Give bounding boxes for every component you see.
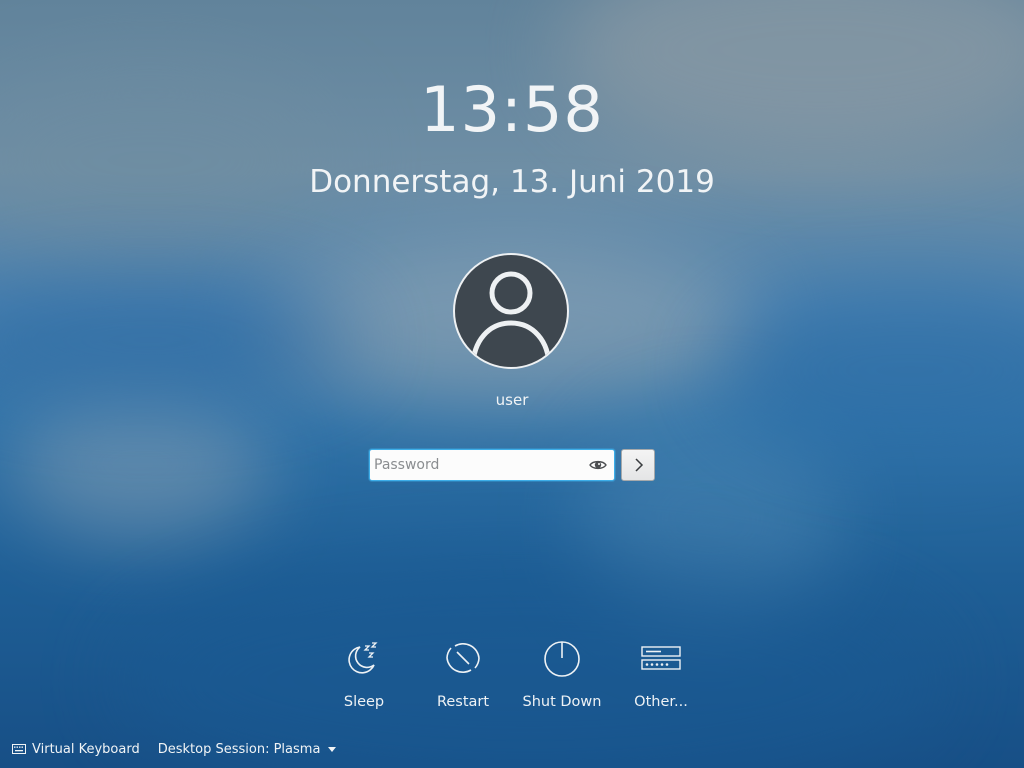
shutdown-button[interactable]: Shut Down xyxy=(512,636,612,716)
desktop-session-selector[interactable]: Desktop Session: Plasma xyxy=(158,742,337,757)
password-input[interactable] xyxy=(374,450,579,480)
shutdown-label: Shut Down xyxy=(522,694,602,710)
lock-screen: 13:58 Donnerstag, 13. Juni 2019 user Sle… xyxy=(0,0,1024,768)
restart-button[interactable]: Restart xyxy=(413,636,513,716)
virtual-keyboard-label: Virtual Keyboard xyxy=(32,741,140,757)
login-submit-button[interactable] xyxy=(621,449,655,481)
desktop-session-label: Desktop Session: Plasma xyxy=(157,741,321,757)
eye-icon[interactable] xyxy=(588,456,608,474)
other-label: Other... xyxy=(634,694,688,710)
sleep-button[interactable]: Sleep xyxy=(314,636,414,716)
server-icon xyxy=(641,646,681,670)
user-name: user xyxy=(495,391,529,409)
footer-bar: Virtual Keyboard Desktop Session: Plasma xyxy=(12,738,337,760)
restart-label: Restart xyxy=(436,694,490,710)
chevron-right-icon xyxy=(635,458,644,472)
clock-date: Donnerstag, 13. Juni 2019 xyxy=(309,164,715,200)
clock-time: 13:58 xyxy=(420,73,604,146)
caret-down-icon xyxy=(328,746,337,752)
background-cloud xyxy=(10,390,270,540)
power-icon xyxy=(544,641,580,677)
virtual-keyboard-button[interactable]: Virtual Keyboard xyxy=(12,742,140,757)
sleep-icon xyxy=(348,642,378,674)
user-avatar-icon[interactable] xyxy=(453,253,569,369)
restart-icon xyxy=(446,643,480,673)
other-button[interactable]: Other... xyxy=(611,636,711,716)
sleep-label: Sleep xyxy=(343,694,385,710)
password-field[interactable] xyxy=(369,449,615,481)
keyboard-icon xyxy=(12,744,26,754)
